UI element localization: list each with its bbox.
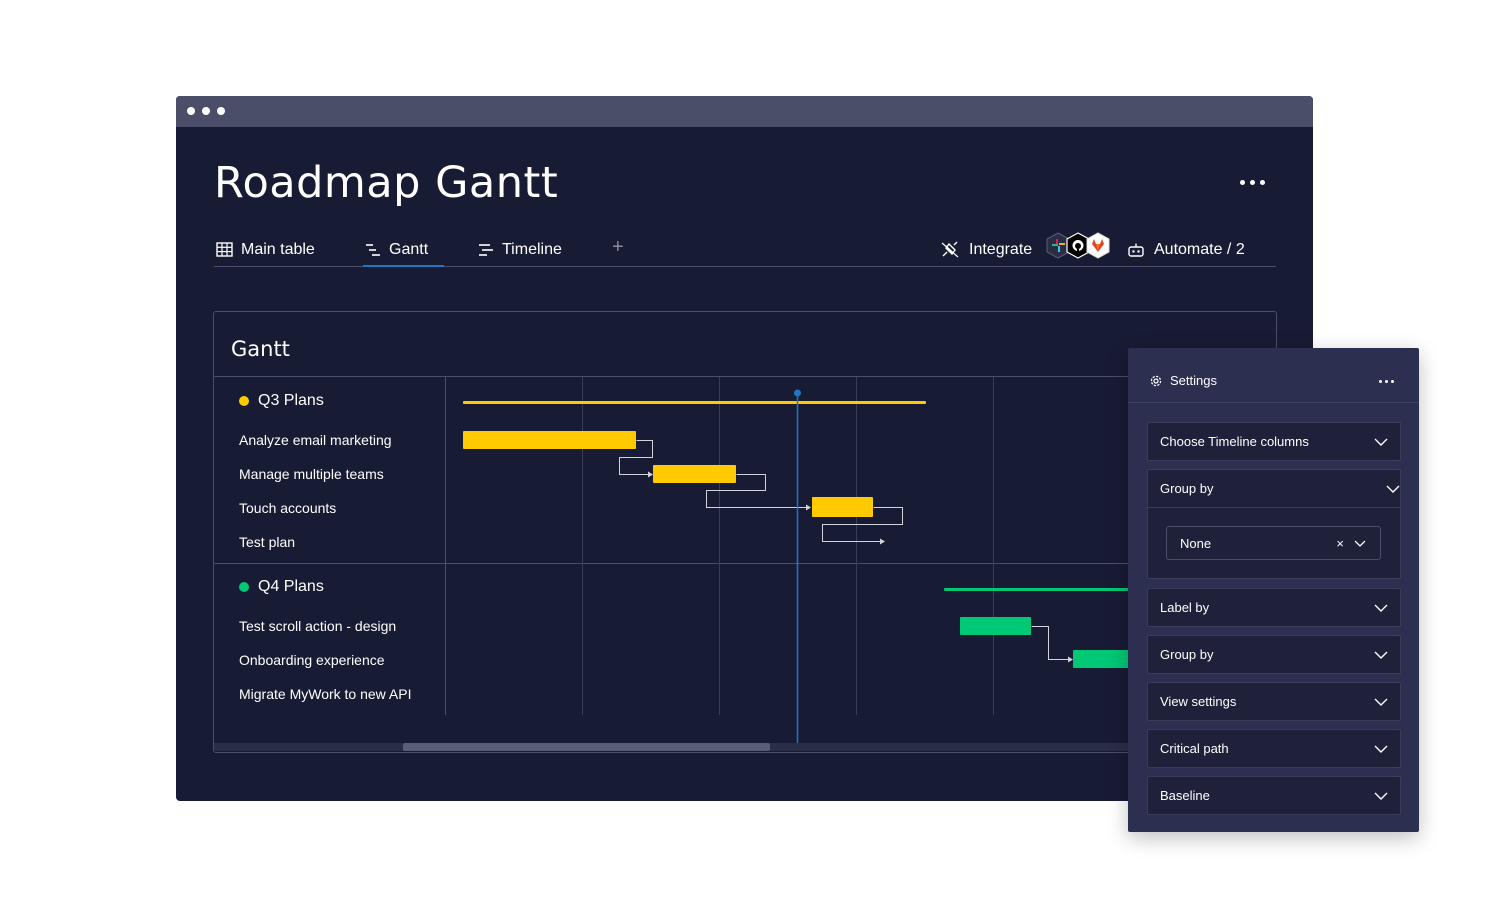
tab-main-table[interactable]: Main table (216, 234, 315, 265)
table-icon (216, 242, 233, 257)
dependency-arrows (619, 389, 1073, 743)
settings-panel: Settings Choose Timeline columns Group b… (1128, 348, 1419, 832)
group-by-dropdown-expanded: Group by None × (1147, 469, 1401, 579)
automate-button[interactable]: Automate / 2 (1127, 234, 1245, 265)
chevron-down-icon (1374, 438, 1388, 446)
dropdown-label: Choose Timeline columns (1160, 434, 1309, 449)
timeline-icon (479, 243, 493, 256)
gantt-icon (366, 243, 380, 256)
dropdown-label: View settings (1160, 694, 1237, 709)
tab-label: Gantt (389, 240, 429, 258)
settings-more-icon[interactable] (1379, 380, 1394, 383)
chevron-down-icon (1386, 485, 1400, 493)
select-value: None (1180, 535, 1212, 551)
chevron-down-icon (1374, 698, 1388, 706)
tab-label: Timeline (502, 240, 562, 258)
chevron-down-icon (1374, 745, 1388, 753)
baseline-dropdown[interactable]: Baseline (1147, 776, 1401, 815)
dropdown-label: Baseline (1160, 788, 1210, 803)
dropdown-label: Label by (1160, 600, 1210, 615)
choose-timeline-columns-dropdown[interactable]: Choose Timeline columns (1147, 422, 1401, 461)
integration-icons[interactable] (1046, 232, 1110, 262)
window-dot-icon (217, 107, 225, 115)
gitlab-icon (1086, 232, 1110, 259)
board-more-menu-icon[interactable] (1240, 180, 1265, 185)
tab-timeline[interactable]: Timeline (478, 234, 562, 265)
window-titlebar (176, 96, 1313, 127)
clear-icon[interactable]: × (1336, 536, 1344, 551)
chevron-down-icon (1374, 651, 1388, 659)
dropdown-label: Critical path (1160, 741, 1229, 756)
label-by-dropdown[interactable]: Label by (1147, 588, 1401, 627)
plug-icon (941, 241, 959, 257)
group-by-dropdown-2[interactable]: Group by (1147, 635, 1401, 674)
settings-title-row: Settings (1149, 373, 1217, 388)
add-view-button[interactable]: + (612, 236, 624, 259)
gantt-widget: Gantt Q3 Plans Analyze email marketing M… (213, 311, 1277, 753)
window-dot-icon (202, 107, 210, 115)
tab-gantt[interactable]: Gantt (362, 234, 445, 267)
chevron-down-icon (1374, 792, 1388, 800)
window-dot-icon (187, 107, 195, 115)
group-by-select[interactable]: None × (1166, 526, 1381, 560)
settings-title: Settings (1170, 373, 1217, 388)
automate-label: Automate / 2 (1154, 240, 1245, 258)
tab-label: Main table (241, 240, 315, 258)
group-by-dropdown[interactable]: Group by (1148, 470, 1400, 508)
gear-icon (1150, 375, 1162, 386)
integrate-label: Integrate (969, 240, 1033, 258)
horizontal-scrollbar-thumb[interactable] (403, 743, 770, 751)
view-settings-dropdown[interactable]: View settings (1147, 682, 1401, 721)
critical-path-dropdown[interactable]: Critical path (1147, 729, 1401, 768)
page-title: Roadmap Gantt (214, 158, 559, 208)
dropdown-label: Group by (1160, 481, 1214, 496)
chevron-down-icon (1374, 604, 1388, 612)
settings-header: Settings (1128, 348, 1419, 403)
integrate-button[interactable]: Integrate (940, 234, 1032, 265)
dropdown-label: Group by (1160, 647, 1214, 662)
chevron-down-icon (1354, 540, 1366, 547)
view-tabs: Main table Gantt Timeline + Integrate Au… (214, 234, 1276, 267)
robot-icon (1128, 243, 1144, 257)
